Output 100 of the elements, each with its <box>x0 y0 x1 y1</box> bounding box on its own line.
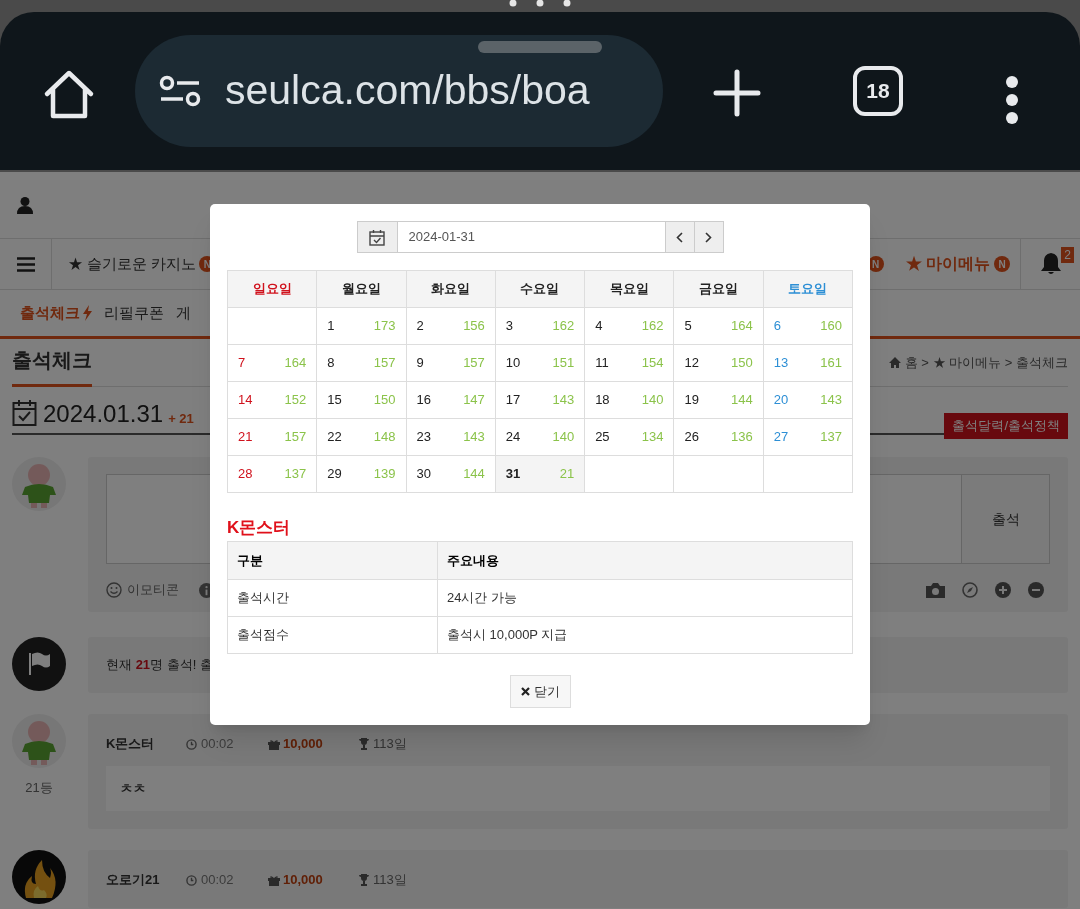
calendar-day[interactable]: 25 134 <box>585 419 675 456</box>
calendar-day[interactable]: 29 139 <box>317 456 407 493</box>
compass-icon[interactable] <box>962 582 978 598</box>
user-icon[interactable] <box>17 196 33 214</box>
new-badge: N <box>994 256 1010 272</box>
close-button[interactable]: 닫기 <box>509 675 571 708</box>
trophy-icon <box>358 874 370 886</box>
lightning-icon <box>83 305 92 321</box>
author-name: 오로기21 <box>106 871 161 890</box>
calendar-day[interactable]: 7 164 <box>228 345 318 382</box>
attendance-number: 160 <box>820 317 842 336</box>
time-text: 00:02 <box>201 871 235 890</box>
attendance-number: 140 <box>552 428 575 447</box>
attendance-number: 156 <box>463 317 485 336</box>
breadcrumb: 홈 > ★ 마이메뉴 > 출석체크 <box>904 353 1068 372</box>
tab-count-button[interactable]: 18 <box>853 66 903 116</box>
attendance-number: 161 <box>820 354 842 373</box>
day-number: 26 <box>684 428 699 447</box>
calendar-day[interactable]: 15 150 <box>317 382 407 419</box>
calendar-day[interactable]: 5 164 <box>674 308 764 345</box>
calendar-day[interactable]: 31 21 <box>495 456 586 493</box>
attendance-number: 147 <box>463 391 485 410</box>
attendance-number: 173 <box>373 317 396 336</box>
clock-icon <box>186 874 197 886</box>
calendar-day[interactable]: 17 143 <box>495 382 586 419</box>
calendar-day[interactable]: 2 156 <box>406 308 496 345</box>
calendar-day[interactable]: 26 136 <box>674 419 764 456</box>
minus-icon[interactable] <box>1028 582 1044 598</box>
avatar-icon <box>12 850 66 904</box>
day-number: 17 <box>505 391 521 410</box>
calendar-day[interactable]: 27 137 <box>763 419 853 456</box>
attendance-number: 134 <box>641 428 664 447</box>
attendance-number: 148 <box>373 428 396 447</box>
tab[interactable]: 리필쿠폰 <box>104 301 164 325</box>
day-number: 10 <box>505 354 521 373</box>
new-tab-icon[interactable] <box>713 69 761 117</box>
calendar-day[interactable]: 13 161 <box>763 345 853 382</box>
table-cell: 출석시간 <box>228 580 438 617</box>
flag-avatar-icon <box>12 637 66 691</box>
calendar-day[interactable]: 12 150 <box>674 345 764 382</box>
nav-item[interactable]: ★ 슬기로운 카지노 <box>68 252 197 276</box>
attendance-number: 154 <box>641 354 664 373</box>
date-heading: 2024.01.31 <box>43 399 164 429</box>
home-icon[interactable] <box>43 68 95 120</box>
calendar-day[interactable]: 18 140 <box>585 382 675 419</box>
calendar-day[interactable]: 4 162 <box>585 308 675 345</box>
attendance-number: 150 <box>731 354 753 373</box>
day-number: 21 <box>238 428 253 447</box>
calendar-day[interactable]: 11 154 <box>585 345 675 382</box>
calendar-day[interactable]: 16 147 <box>406 382 496 419</box>
day-number: 29 <box>327 465 342 484</box>
camera-icon[interactable] <box>926 582 945 598</box>
url-text: seulca.com/bbs/boa <box>225 66 590 116</box>
calendar-day[interactable]: 22 148 <box>317 419 407 456</box>
attendance-number: 164 <box>731 317 753 336</box>
day-number: 25 <box>595 428 610 447</box>
attendance-number: 144 <box>731 391 753 410</box>
calendar-day[interactable]: 23 143 <box>406 419 496 456</box>
section-title: K몬스터 <box>227 517 292 539</box>
day-number: 5 <box>684 317 692 336</box>
calendar-day[interactable]: 1 173 <box>317 308 407 345</box>
calendar-day[interactable]: 6 160 <box>763 308 853 345</box>
attendance-number: 162 <box>552 317 575 336</box>
gift-icon <box>268 874 280 886</box>
day-number: 27 <box>773 428 789 447</box>
table-cell: 출석시 10,000P 지급 <box>438 617 853 654</box>
calendar-day[interactable]: 10 151 <box>495 345 586 382</box>
attendance-number: 162 <box>641 317 664 336</box>
submit-button[interactable]: 출석 <box>962 474 1050 564</box>
table-cell: 24시간 가능 <box>438 580 853 617</box>
calendar-day[interactable]: 3 162 <box>495 308 586 345</box>
attendance-number: 137 <box>820 428 842 447</box>
notification-count: 2 <box>1061 247 1074 263</box>
hamburger-icon[interactable] <box>16 256 35 272</box>
day-number: 30 <box>416 465 432 484</box>
menu-icon[interactable] <box>1003 76 1021 124</box>
weekday-header: 월요일 <box>317 271 407 308</box>
weekday-header: 일요일 <box>228 271 318 308</box>
attendance-number: 21 <box>559 465 575 484</box>
day-number: 18 <box>595 391 610 410</box>
bell-icon[interactable] <box>1040 253 1061 275</box>
smile-icon[interactable] <box>106 582 122 598</box>
calendar-day[interactable]: 19 144 <box>674 382 764 419</box>
site-settings-icon[interactable] <box>159 75 201 107</box>
day-number: 22 <box>327 428 342 447</box>
address-bar[interactable]: seulca.com/bbs/boa <box>135 35 663 147</box>
plus-icon[interactable] <box>995 582 1011 598</box>
calendar-day[interactable]: 20 143 <box>763 382 853 419</box>
calendar-day[interactable]: 14 152 <box>228 382 318 419</box>
weekday-header: 목요일 <box>585 271 675 308</box>
attendance-count: + 21 <box>168 409 194 428</box>
tab[interactable]: 게 <box>176 301 191 325</box>
calendar-day[interactable]: 28 137 <box>228 456 318 493</box>
calendar-day[interactable]: 21 157 <box>228 419 318 456</box>
day-number: 4 <box>595 317 603 336</box>
calendar-day[interactable]: 9 157 <box>406 345 496 382</box>
calendar-day[interactable]: 30 144 <box>406 456 496 493</box>
days-text: 113일 <box>373 871 407 890</box>
day-number: 6 <box>773 317 781 336</box>
calendar-day[interactable]: 8 157 <box>317 345 407 382</box>
